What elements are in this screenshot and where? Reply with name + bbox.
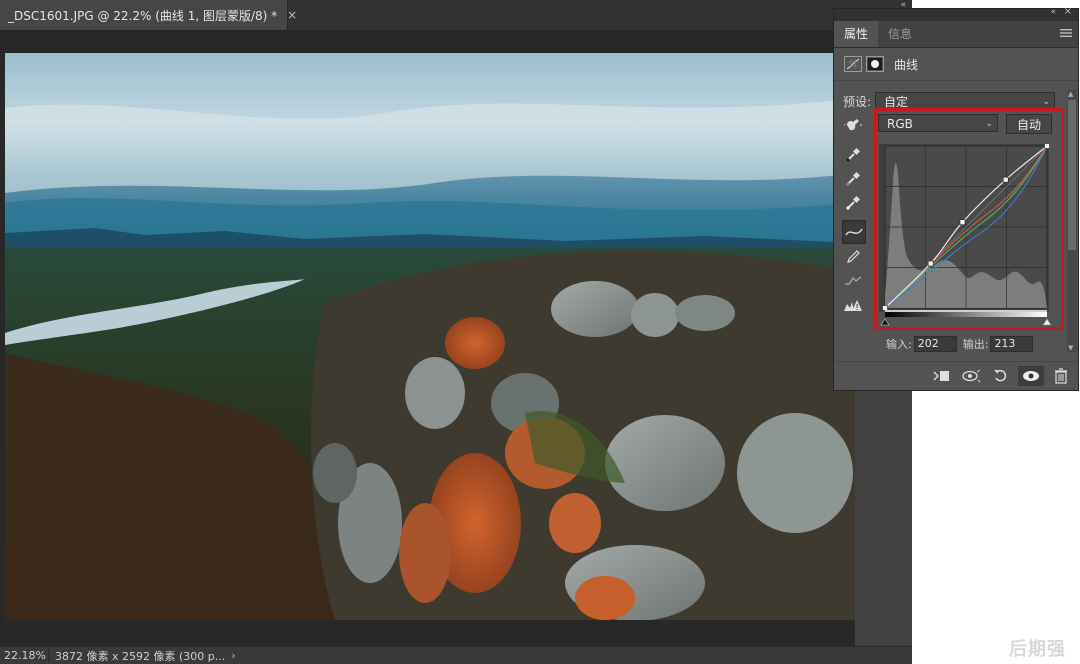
- trash-icon[interactable]: [1048, 366, 1074, 386]
- scroll-down-icon[interactable]: ▼: [1068, 344, 1073, 352]
- panel-title-strip: « ×: [834, 6, 1078, 21]
- adjustment-title: 曲线: [894, 57, 919, 72]
- black-point-eyedropper-icon[interactable]: [842, 144, 864, 166]
- zoom-level[interactable]: 22.18%: [0, 649, 49, 662]
- input-label: 输入:: [886, 338, 912, 351]
- document-dimensions: 3872 像素 x 2592 像素 (300 p...: [55, 649, 226, 663]
- white-point-eyedropper-icon[interactable]: [842, 192, 864, 214]
- preset-label: 预设:: [843, 94, 872, 109]
- on-image-adjust-icon[interactable]: [842, 114, 864, 136]
- layer-mask-icon[interactable]: [866, 56, 884, 72]
- document-tab-title: _DSC1601.JPG @ 22.2% (曲线 1, 图层蒙版/8) *: [8, 8, 278, 23]
- status-bar: 22.18% 3872 像素 x 2592 像素 (300 p... ›: [0, 646, 912, 664]
- document-tab-bar: _DSC1601.JPG @ 22.2% (曲线 1, 图层蒙版/8) * × …: [0, 0, 912, 31]
- collapse-panel-icon[interactable]: «: [1050, 7, 1056, 17]
- landscape-image: [5, 53, 855, 620]
- gray-point-eyedropper-icon[interactable]: [842, 168, 864, 190]
- adjustment-header: 曲线: [834, 48, 1078, 81]
- smooth-curve-icon[interactable]: [842, 270, 864, 292]
- view-previous-state-icon[interactable]: [958, 366, 984, 386]
- hamburger-menu-icon[interactable]: [1060, 27, 1072, 41]
- visibility-eye-icon[interactable]: [1018, 366, 1044, 386]
- highlight-box: [874, 108, 1064, 330]
- curves-adjustment-icon[interactable]: [844, 56, 862, 72]
- input-output-row: 输入: 202 输出: 213: [886, 336, 1034, 352]
- photoshop-workspace: _DSC1601.JPG @ 22.2% (曲线 1, 图层蒙版/8) * × …: [0, 0, 912, 664]
- close-panel-icon[interactable]: ×: [1064, 6, 1072, 17]
- output-field[interactable]: 213: [990, 336, 1034, 352]
- panel-scrollbar[interactable]: ▲ ▼: [1067, 90, 1077, 352]
- input-field[interactable]: 202: [913, 336, 957, 352]
- tab-properties[interactable]: 属性: [834, 21, 879, 47]
- output-label: 输出:: [962, 338, 989, 351]
- tab-info[interactable]: 信息: [878, 21, 922, 47]
- preset-value: 自定: [884, 95, 909, 109]
- document-tab[interactable]: _DSC1601.JPG @ 22.2% (曲线 1, 图层蒙版/8) * ×: [0, 0, 297, 30]
- close-icon[interactable]: ×: [287, 8, 297, 22]
- curve-edit-points-icon[interactable]: [842, 220, 866, 244]
- document-photo[interactable]: [5, 53, 855, 620]
- pencil-draw-icon[interactable]: [842, 246, 864, 268]
- clip-to-layer-icon[interactable]: [928, 366, 954, 386]
- scroll-up-icon[interactable]: ▲: [1068, 90, 1073, 98]
- scrollbar-thumb[interactable]: [1068, 100, 1076, 250]
- panel-footer: [834, 361, 1078, 390]
- reset-icon[interactable]: [988, 366, 1014, 386]
- status-menu-arrow-icon[interactable]: ›: [225, 649, 235, 662]
- curve-tools: [842, 114, 866, 318]
- watermark-logo: 后期强: [1009, 639, 1066, 660]
- panel-tabs: 属性 信息: [834, 21, 1078, 48]
- clipping-warning-icon[interactable]: [842, 294, 864, 316]
